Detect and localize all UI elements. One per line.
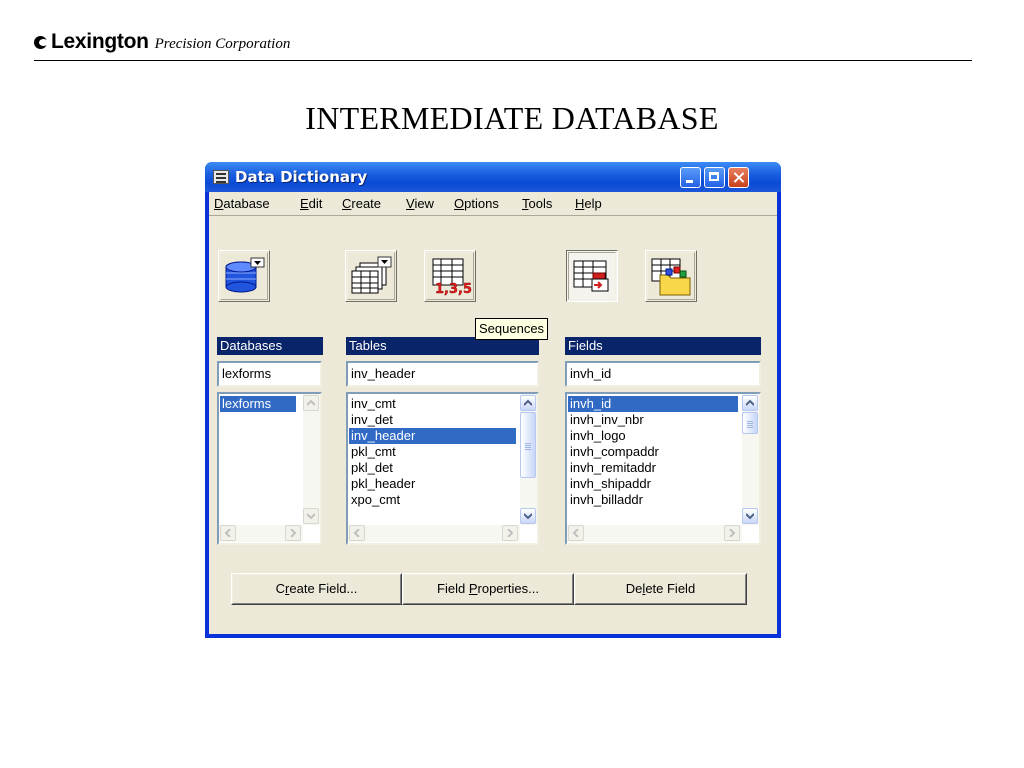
- delete-field-button[interactable]: Delete Field: [574, 573, 747, 605]
- menu-view[interactable]: View: [406, 196, 434, 211]
- scroll-left-button[interactable]: [349, 525, 365, 541]
- fields-header: Fields: [565, 337, 761, 355]
- menu-tools[interactable]: Tools: [522, 196, 552, 211]
- database-name-field[interactable]: lexforms: [217, 361, 322, 387]
- menu-create[interactable]: Create: [342, 196, 381, 211]
- databases-list[interactable]: lexforms: [217, 392, 322, 545]
- sequences-icon: 1,3,5: [432, 258, 472, 297]
- menu-separator: [209, 215, 777, 216]
- scroll-right-button[interactable]: [724, 525, 740, 541]
- menu-edit[interactable]: Edit: [300, 196, 322, 211]
- list-item[interactable]: invh_billaddr: [568, 492, 643, 508]
- slide-title: INTERMEDIATE DATABASE: [305, 100, 719, 136]
- menu-database[interactable]: Database: [214, 196, 270, 211]
- list-item[interactable]: pkl_cmt: [349, 444, 396, 460]
- list-item[interactable]: pkl_det: [349, 460, 393, 476]
- scroll-right-button[interactable]: [502, 525, 518, 541]
- fields-icon: [573, 260, 609, 292]
- maximize-button[interactable]: [704, 167, 725, 188]
- menu-options[interactable]: Options: [454, 196, 499, 211]
- scroll-down-button[interactable]: [303, 508, 319, 524]
- list-item[interactable]: pkl_header: [349, 476, 415, 492]
- window-client: Database Edit Create View Options Tools …: [209, 192, 777, 634]
- list-item[interactable]: inv_cmt: [349, 396, 396, 412]
- folder-objects-icon: [651, 258, 691, 296]
- fields-toolbar-button[interactable]: [566, 250, 618, 302]
- window-title: Data Dictionary: [235, 168, 368, 186]
- field-name-field[interactable]: invh_id: [565, 361, 761, 387]
- fields-vscrollbar[interactable]: [742, 394, 759, 525]
- scroll-up-button[interactable]: [520, 395, 536, 411]
- list-item[interactable]: invh_inv_nbr: [568, 412, 644, 428]
- menu-bar: Database Edit Create View Options Tools …: [209, 192, 777, 214]
- list-item[interactable]: invh_remitaddr: [568, 460, 656, 476]
- close-button[interactable]: [728, 167, 749, 188]
- scroll-down-button[interactable]: [742, 508, 758, 524]
- scroll-thumb[interactable]: [520, 412, 536, 478]
- scroll-thumb[interactable]: [742, 412, 758, 434]
- field-properties-button[interactable]: Field Properties...: [402, 573, 574, 605]
- scroll-up-button[interactable]: [303, 395, 319, 411]
- svg-text:1,3,5: 1,3,5: [435, 282, 472, 297]
- sequences-tooltip: Sequences: [475, 318, 549, 340]
- list-item[interactable]: lexforms: [220, 396, 296, 412]
- tables-dropdown-icon: [351, 256, 392, 294]
- list-item[interactable]: invh_logo: [568, 428, 626, 444]
- create-field-button[interactable]: Create Field...: [231, 573, 402, 605]
- tables-toolbar-button[interactable]: [345, 250, 397, 302]
- brand-name: Lexington: [51, 30, 149, 53]
- minimize-button[interactable]: [680, 167, 701, 188]
- scroll-left-button[interactable]: [568, 525, 584, 541]
- database-dropdown-icon: [225, 257, 265, 293]
- databases-hscrollbar[interactable]: [219, 525, 303, 542]
- list-item[interactable]: invh_id: [568, 396, 738, 412]
- fields-list[interactable]: invh_id invh_inv_nbr invh_logo invh_comp…: [565, 392, 761, 545]
- table-name-field[interactable]: inv_header: [346, 361, 539, 387]
- tables-list[interactable]: inv_cmt inv_det inv_header pkl_cmt pkl_d…: [346, 392, 539, 545]
- databases-vscrollbar[interactable]: [303, 394, 320, 525]
- list-item[interactable]: inv_det: [349, 412, 393, 428]
- sequences-toolbar-button[interactable]: 1,3,5: [424, 250, 476, 302]
- brand-logo: Lexington Precision Corporation: [34, 30, 290, 56]
- scroll-left-button[interactable]: [220, 525, 236, 541]
- objects-toolbar-button[interactable]: [645, 250, 697, 302]
- tables-hscrollbar[interactable]: [348, 525, 520, 542]
- list-item[interactable]: xpo_cmt: [349, 492, 400, 508]
- databases-header: Databases: [217, 337, 323, 355]
- brand-subtitle: Precision Corporation: [154, 36, 291, 52]
- tables-vscrollbar[interactable]: [520, 394, 537, 525]
- title-bar[interactable]: Data Dictionary: [205, 162, 781, 192]
- list-item[interactable]: invh_compaddr: [568, 444, 659, 460]
- app-icon[interactable]: [213, 170, 229, 184]
- scroll-up-button[interactable]: [742, 395, 758, 411]
- scroll-down-button[interactable]: [520, 508, 536, 524]
- menu-help[interactable]: Help: [575, 196, 602, 211]
- list-item[interactable]: inv_header: [349, 428, 516, 444]
- fields-hscrollbar[interactable]: [567, 525, 742, 542]
- data-dictionary-window: Data Dictionary Database Edit Create Vie…: [205, 162, 781, 638]
- database-toolbar-button[interactable]: [218, 250, 270, 302]
- list-item[interactable]: invh_shipaddr: [568, 476, 651, 492]
- brand-dot-icon: [34, 36, 48, 49]
- scroll-right-button[interactable]: [285, 525, 301, 541]
- header-rule: [34, 60, 972, 61]
